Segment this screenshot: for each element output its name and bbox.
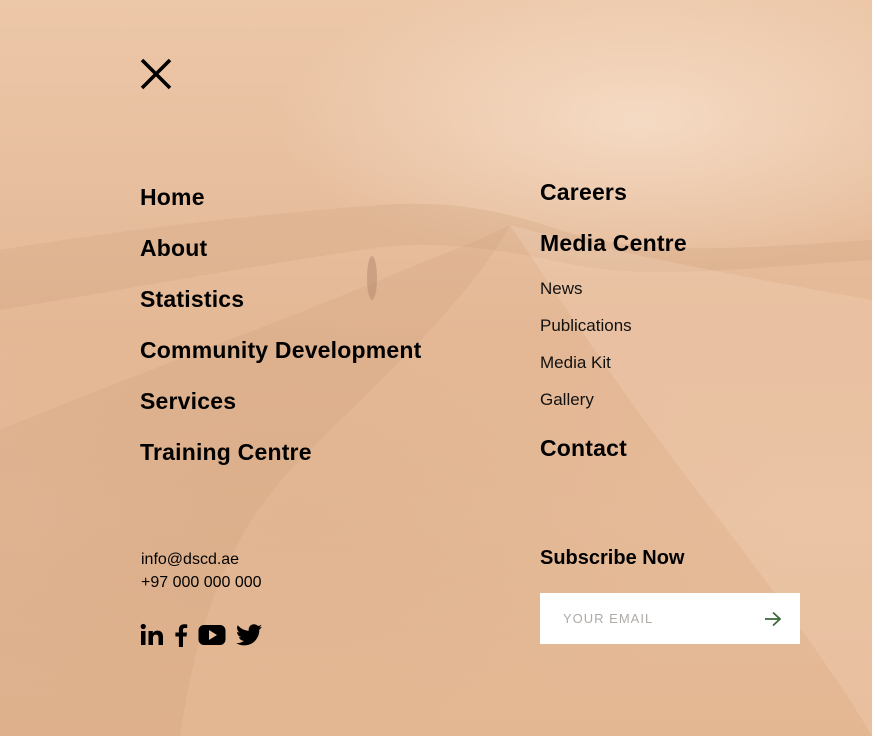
nav-item-about[interactable]: About [140,231,422,282]
nav-item-training-centre[interactable]: Training Centre [140,435,422,486]
youtube-icon[interactable] [198,624,226,651]
nav-item-gallery[interactable]: Gallery [540,388,687,425]
nav-item-community-development[interactable]: Community Development [140,333,422,384]
main-navigation: Home About Statistics Community Developm… [140,180,422,486]
nav-item-media-kit[interactable]: Media Kit [540,351,687,388]
secondary-navigation: Careers Media Centre News Publications M… [540,175,687,482]
contact-info: info@dscd.ae +97 000 000 000 [141,548,262,594]
contact-email[interactable]: info@dscd.ae [141,548,262,571]
contact-phone[interactable]: +97 000 000 000 [141,571,262,594]
nav-item-services[interactable]: Services [140,384,422,435]
nav-item-home[interactable]: Home [140,180,422,231]
close-icon[interactable] [140,58,172,90]
nav-item-media-centre[interactable]: Media Centre [540,226,687,277]
nav-item-contact[interactable]: Contact [540,431,687,482]
facebook-icon[interactable] [174,623,188,652]
nav-item-news[interactable]: News [540,277,687,314]
nav-item-careers[interactable]: Careers [540,175,687,226]
social-links [140,623,272,652]
subscribe-form [540,593,800,644]
submit-arrow-icon[interactable] [758,604,788,634]
linkedin-icon[interactable] [140,623,164,652]
nav-item-statistics[interactable]: Statistics [140,282,422,333]
twitter-icon[interactable] [236,624,262,651]
subscribe-title: Subscribe Now [540,547,685,569]
email-input[interactable] [561,610,758,627]
media-centre-submenu: News Publications Media Kit Gallery [540,277,687,425]
nav-item-publications[interactable]: Publications [540,314,687,351]
